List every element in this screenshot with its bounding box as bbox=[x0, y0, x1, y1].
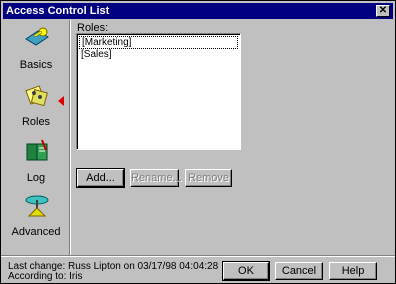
sidebar-item-label: Log bbox=[26, 172, 46, 184]
add-button[interactable]: Add... bbox=[76, 168, 125, 188]
status-divider bbox=[1, 255, 395, 257]
close-button[interactable]: ✕ bbox=[376, 5, 390, 17]
rename-button[interactable]: Rename... bbox=[130, 169, 182, 187]
sidebar-item-basics[interactable]: Basics bbox=[3, 25, 69, 77]
log-book-icon bbox=[26, 139, 48, 161]
sidebar-item-label: Basics bbox=[19, 59, 53, 71]
help-button[interactable]: Help bbox=[329, 262, 377, 280]
access-control-list-dialog: Access Control List ✕ Basics Roles Log A… bbox=[0, 0, 396, 284]
cancel-button[interactable]: Cancel bbox=[275, 262, 323, 280]
sidebar-item-label: Advanced bbox=[11, 226, 61, 238]
sidebar-item-log[interactable]: Log bbox=[3, 138, 69, 190]
key-icon bbox=[25, 27, 49, 46]
sidebar: Basics Roles Log Advanced bbox=[3, 20, 70, 255]
title-bar: Access Control List ✕ bbox=[3, 3, 393, 19]
list-item[interactable]: [Marketing] bbox=[79, 36, 238, 49]
sidebar-item-roles[interactable]: Roles bbox=[3, 82, 69, 134]
according-to-text: According to: Iris bbox=[8, 271, 83, 282]
roles-listbox[interactable]: [Marketing] [Sales] bbox=[76, 33, 241, 150]
list-item[interactable]: [Sales] bbox=[79, 49, 238, 60]
window-title: Access Control List bbox=[6, 5, 110, 17]
sidebar-item-advanced[interactable]: Advanced bbox=[3, 192, 69, 244]
selected-arrow-icon bbox=[58, 96, 64, 106]
roles-icon bbox=[25, 85, 48, 107]
ok-button[interactable]: OK bbox=[222, 261, 270, 281]
remove-button[interactable]: Remove bbox=[185, 169, 232, 187]
sidebar-item-label: Roles bbox=[21, 116, 51, 128]
advanced-icon bbox=[25, 195, 49, 217]
